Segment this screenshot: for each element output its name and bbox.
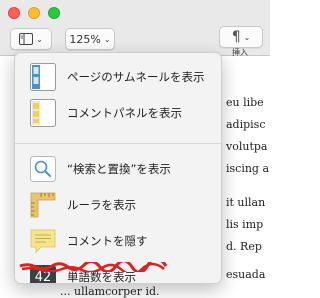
document-text-line: iscing a [226,162,270,175]
view-menu-button[interactable]: ⌄ [10,28,52,50]
document-text-line: ... ullamcorper id. [60,285,160,298]
insert-label: 挿入 [232,48,248,57]
thumbnail-pane-icon [29,63,57,91]
document-text-line: lis imp [226,218,264,231]
maximize-window-button[interactable] [48,7,60,19]
insert-button[interactable]: ¶ ⌄ [219,26,263,48]
ruler-icon [29,191,57,219]
zoom-button[interactable]: 125% ⌄ [65,28,115,50]
document-text-line: eu libe [226,96,264,109]
menu-item-label: “検索と置換”を表示 [67,162,171,176]
chevron-down-icon: ⌄ [36,34,43,44]
menu-item-label: ルーラを表示 [67,198,136,212]
view-dropdown-menu: ページのサムネールを表示 コメントパネルを表示 “検索と置換”を表示 ルーラを表… [14,52,222,284]
menu-item-show-find-replace[interactable]: “検索と置換”を表示 [15,151,221,187]
menu-item-label: ページのサムネールを表示 [67,70,205,84]
minimize-window-button[interactable] [28,7,40,19]
pilcrow-icon: ¶ [231,29,241,45]
comment-note-icon [29,227,57,255]
sidebar-view-icon [19,33,34,45]
document-text-line: volutpa [226,140,268,153]
window-toolbar: ⌄ 125% ⌄ ¶ ⌄ 挿入 [0,0,270,57]
menu-item-label: コメントを隠す [67,234,148,248]
close-window-button[interactable] [8,7,20,19]
magnifier-icon [29,155,57,183]
document-text-line: d. Rep [226,240,262,253]
red-redaction-mark [19,262,168,272]
zoom-value: 125% [69,32,101,46]
chevron-down-icon: ⌄ [103,34,111,44]
menu-item-show-ruler[interactable]: ルーラを表示 [15,187,221,223]
document-text-line: adipisc [226,118,266,131]
menu-item-label: コメントパネルを表示 [67,106,182,120]
menu-separator [15,143,221,144]
menu-item-show-comment-pane[interactable]: コメントパネルを表示 [15,95,221,131]
comment-pane-icon [29,99,57,127]
menu-item-hide-comments[interactable]: コメントを隠す [15,223,221,259]
chevron-down-icon: ⌄ [243,32,251,42]
document-text-line: esuada [226,268,266,281]
document-text-line: it ullan [226,196,266,209]
menu-item-show-thumbnails[interactable]: ページのサムネールを表示 [15,59,221,95]
